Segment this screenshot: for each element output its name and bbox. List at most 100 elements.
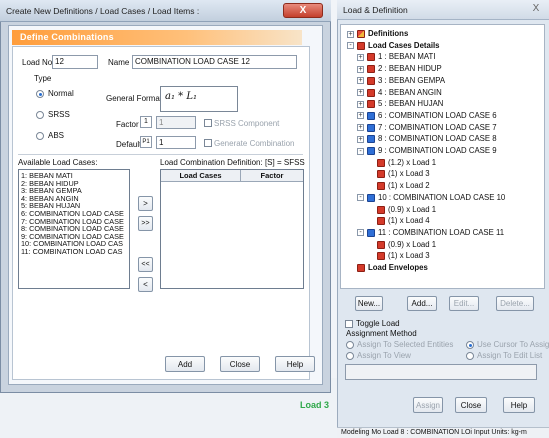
load-case-icon	[367, 76, 375, 85]
panel-close-button[interactable]: Close	[455, 397, 487, 413]
list-item[interactable]: 11: COMBINATION LOAD CAS	[19, 248, 129, 256]
load-no-field[interactable]: 12	[52, 55, 98, 69]
panel-title-bar[interactable]: Load & Definition X	[337, 0, 549, 20]
tree-node-label[interactable]: 3 : BEBAN GEMPA	[378, 76, 445, 86]
tree-node-label[interactable]: 6 : COMBINATION LOAD CASE 6	[378, 111, 497, 121]
available-load-cases-list[interactable]: 1: BEBAN MATI 2: BEBAN HIDUP 3: BEBAN GE…	[18, 169, 130, 289]
expand-icon[interactable]: +	[347, 30, 354, 38]
tree-node-label[interactable]: (1) x Load 3	[388, 251, 430, 261]
expand-icon[interactable]: +	[357, 53, 364, 61]
name-field[interactable]: COMBINATION LOAD CASE 12	[132, 55, 297, 69]
available-load-cases-label: Available Load Cases:	[18, 158, 98, 167]
tree-node-label[interactable]: 8 : COMBINATION LOAD CASE 8	[378, 134, 497, 144]
expand-icon[interactable]: +	[357, 89, 364, 96]
general-format-label: General Format :	[106, 94, 167, 103]
collapse-icon[interactable]: -	[357, 194, 364, 202]
type-normal-radio[interactable]	[36, 90, 44, 98]
generate-combination-checkbox[interactable]	[204, 139, 212, 147]
load-case-icon	[367, 88, 375, 97]
expand-icon[interactable]: +	[357, 135, 364, 143]
remove-one-button[interactable]: <	[138, 277, 153, 292]
edit-button[interactable]: Edit...	[449, 296, 479, 311]
factor-icon: 1	[140, 116, 152, 128]
load-case-icon	[367, 53, 375, 62]
assign-selected-radio[interactable]	[346, 341, 354, 349]
collapse-icon[interactable]: -	[357, 147, 364, 155]
add-one-button[interactable]: >	[138, 196, 153, 211]
delete-button[interactable]: Delete...	[496, 296, 534, 311]
panel-help-button[interactable]: Help	[503, 397, 535, 413]
load-item-icon	[377, 252, 385, 261]
col-header-factor[interactable]: Factor	[241, 170, 303, 182]
new-button[interactable]: New...	[355, 296, 383, 311]
expand-icon[interactable]: +	[357, 112, 364, 120]
expand-icon[interactable]: +	[357, 124, 364, 132]
expand-icon[interactable]: +	[357, 65, 364, 73]
tree-node-label[interactable]: 10 : COMBINATION LOAD CASE 10	[378, 193, 505, 203]
tree-node-label[interactable]: 2 : BEBAN HIDUP	[378, 64, 442, 74]
combination-icon	[367, 147, 375, 155]
load-item-icon	[377, 217, 385, 226]
tree-node-label[interactable]: 9 : COMBINATION LOAD CASE 9	[378, 146, 497, 156]
tree-node-label[interactable]: Load Cases Details	[368, 41, 440, 51]
col-header-load-cases[interactable]: Load Cases	[161, 170, 241, 182]
panel-close-icon[interactable]: X	[529, 2, 543, 15]
load-item-icon	[377, 205, 385, 214]
load-item-icon	[377, 170, 385, 179]
assign-edit-radio[interactable]	[466, 352, 474, 360]
tree-node-label[interactable]: (1) x Load 4	[388, 216, 430, 226]
combination-definition-table[interactable]: Load Cases Factor	[160, 169, 304, 289]
tree-node-label[interactable]: 1 : BEBAN MATI	[378, 52, 435, 62]
factor-label: Factor	[116, 120, 139, 129]
load-case-icon	[367, 65, 375, 74]
use-cursor-radio[interactable]	[466, 341, 474, 349]
help-button[interactable]: Help	[275, 356, 315, 372]
tree-node-label[interactable]: (0.9) x Load 1	[388, 205, 436, 215]
define-combinations-header[interactable]: Define Combinations	[12, 30, 302, 45]
combination-icon	[367, 228, 375, 237]
load-item-icon	[377, 158, 385, 167]
srss-component-checkbox[interactable]	[204, 119, 212, 127]
dialog-title: Create New Definitions / Load Cases / Lo…	[6, 6, 200, 16]
factor-field[interactable]: 1	[156, 116, 196, 129]
type-abs-radio[interactable]	[36, 132, 44, 140]
assign-selected-label: Assign To Selected Entities	[357, 340, 454, 349]
dialog-close-button[interactable]: X	[283, 3, 323, 18]
collapse-icon[interactable]: -	[357, 229, 364, 237]
tree-node-label[interactable]: (0.9) x Load 1	[388, 240, 436, 250]
tree-node-label[interactable]: Definitions	[368, 29, 408, 39]
tree-node-label[interactable]: (1) x Load 2	[388, 181, 430, 191]
tree-node-label[interactable]: 7 : COMBINATION LOAD CASE 7	[378, 123, 497, 133]
srss-component-label: SRSS Component	[214, 119, 280, 128]
type-normal-label: Normal	[48, 89, 74, 98]
tree-node-label[interactable]: (1) x Load 3	[388, 169, 430, 179]
expand-icon[interactable]: +	[357, 77, 364, 85]
load-item-icon	[377, 240, 385, 249]
default-field[interactable]: 1	[156, 136, 196, 149]
tree-node-label[interactable]: Load Envelopes	[368, 263, 428, 273]
combination-icon	[367, 111, 375, 120]
panel-add-button[interactable]: Add...	[407, 296, 437, 311]
tree-node-label[interactable]: 5 : BEBAN HUJAN	[378, 99, 443, 109]
combination-icon	[367, 135, 375, 144]
load-item-icon	[377, 182, 385, 191]
tree-node-label[interactable]: 4 : BEBAN ANGIN	[378, 88, 442, 98]
add-button[interactable]: Add	[165, 356, 205, 372]
default-icon: P1	[140, 136, 152, 148]
collapse-icon[interactable]: -	[347, 42, 354, 50]
assign-view-label: Assign To View	[357, 351, 411, 360]
remove-all-button[interactable]: <<	[138, 257, 153, 272]
dialog-title-bar[interactable]: Create New Definitions / Load Cases / Lo…	[0, 0, 331, 22]
expand-icon[interactable]: +	[357, 100, 364, 108]
load-tree[interactable]: + Definitions - Load Cases Details +1 : BEBA…	[340, 24, 545, 289]
close-button[interactable]: Close	[220, 356, 260, 372]
assign-button[interactable]: Assign	[413, 397, 443, 413]
type-srss-radio[interactable]	[36, 111, 44, 119]
tree-node-label[interactable]: (1.2) x Load 1	[388, 158, 436, 168]
add-all-button[interactable]: >>	[138, 216, 153, 231]
tree-node-label[interactable]: 11 : COMBINATION LOAD CASE 11	[378, 228, 504, 238]
toggle-load-checkbox[interactable]	[345, 320, 353, 328]
assignment-target-field[interactable]	[345, 364, 537, 380]
combination-icon	[367, 123, 375, 132]
assign-view-radio[interactable]	[346, 352, 354, 360]
